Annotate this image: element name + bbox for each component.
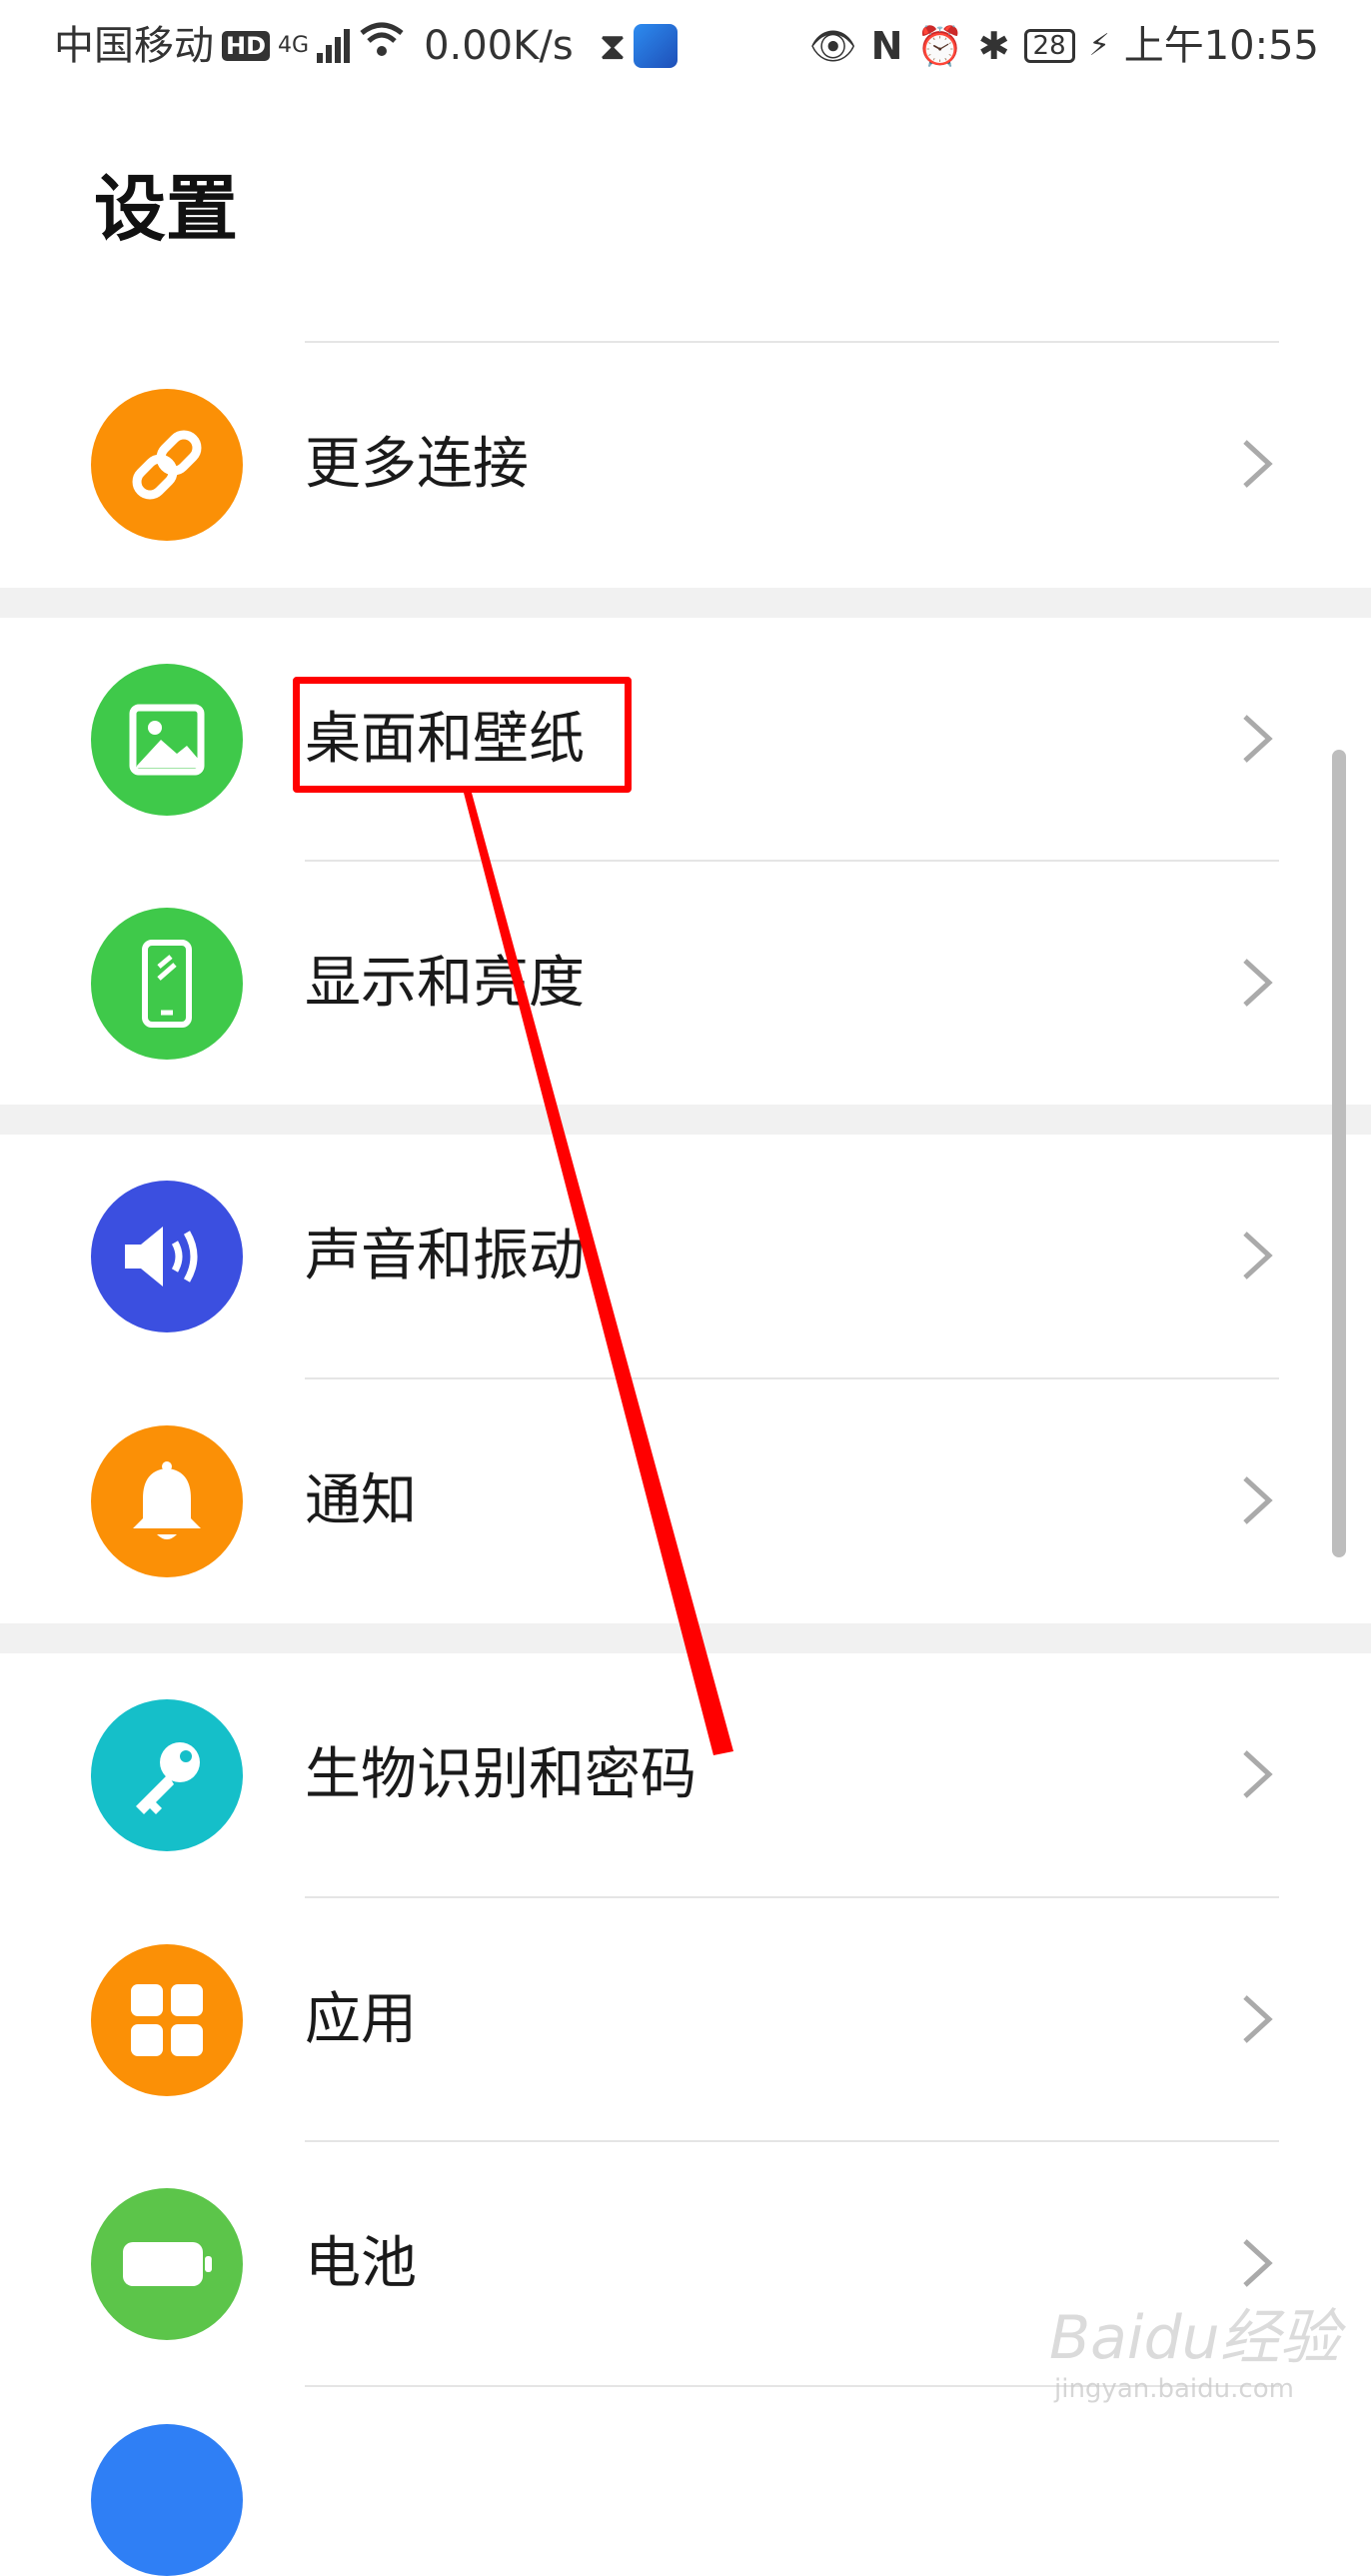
chevron-right-icon bbox=[1243, 2239, 1273, 2287]
settings-item-label: 通知 bbox=[305, 1468, 417, 1533]
settings-item-label: 电池 bbox=[305, 2231, 417, 2296]
grid-icon bbox=[91, 1944, 243, 2096]
network-type: 4G bbox=[278, 33, 310, 58]
chevron-right-icon bbox=[1243, 1232, 1273, 1280]
watermark-logo: Baidu经验 bbox=[1049, 2303, 1340, 2373]
section-gap bbox=[0, 588, 1371, 618]
settings-item-label: 显示和亮度 bbox=[305, 951, 585, 1016]
settings-item-home-wallpaper[interactable]: 桌面和壁纸 bbox=[0, 618, 1371, 861]
section-gap bbox=[0, 1105, 1371, 1135]
chevron-right-icon bbox=[1243, 1476, 1273, 1524]
key-icon bbox=[91, 1699, 243, 1851]
settings-item-label: 声音和振动 bbox=[305, 1224, 585, 1288]
settings-item-label: 应用 bbox=[305, 1987, 417, 2052]
bell-icon bbox=[91, 1425, 243, 1577]
scrollbar[interactable] bbox=[1332, 750, 1346, 1557]
link-icon bbox=[91, 389, 243, 541]
wifi-icon bbox=[358, 0, 406, 92]
nfc-icon: N bbox=[870, 24, 903, 68]
eye-icon: 👁 bbox=[808, 24, 857, 68]
speaker-icon bbox=[91, 1181, 243, 1332]
charging-icon: ⚡ bbox=[1088, 28, 1110, 63]
signal-icon bbox=[317, 29, 351, 63]
battery-icon bbox=[91, 2188, 243, 2340]
status-bar: 中国移动 HD 4G 0.00K/s ⧗ 👁 N ⏰ ✱ 28 ⚡ 上午10:5… bbox=[0, 0, 1371, 92]
chevron-right-icon bbox=[1243, 440, 1273, 488]
app-notification-icon bbox=[634, 24, 679, 68]
settings-item-notifications[interactable]: 通知 bbox=[0, 1379, 1371, 1622]
settings-item-sound-vibration[interactable]: 声音和振动 bbox=[0, 1135, 1371, 1377]
network-speed: 0.00K/s bbox=[424, 23, 574, 69]
carrier-name: 中国移动 bbox=[54, 23, 214, 69]
settings-item-label: 更多连接 bbox=[305, 432, 529, 497]
chevron-right-icon bbox=[1243, 1995, 1273, 2043]
section-gap bbox=[0, 1623, 1371, 1653]
settings-item-display-brightness[interactable]: 显示和亮度 bbox=[0, 862, 1371, 1105]
settings-item-more-connections[interactable]: 更多连接 bbox=[0, 343, 1371, 586]
bluetooth-icon: ✱ bbox=[977, 24, 1010, 68]
settings-item-apps[interactable]: 应用 bbox=[0, 1898, 1371, 2141]
next-item-icon bbox=[91, 2424, 243, 2576]
settings-item-label: 生物识别和密码 bbox=[305, 1742, 696, 1807]
watermark-url: jingyan.baidu.com bbox=[1054, 2374, 1294, 2404]
battery-icon: 28 bbox=[1023, 29, 1075, 63]
image-icon bbox=[91, 664, 243, 816]
settings-item-biometrics-password[interactable]: 生物识别和密码 bbox=[0, 1653, 1371, 1896]
hd-icon: HD bbox=[222, 31, 271, 61]
chevron-right-icon bbox=[1243, 1750, 1273, 1798]
clock: 上午10:55 bbox=[1123, 23, 1319, 69]
alarm-icon: ⏰ bbox=[916, 24, 964, 68]
chevron-right-icon bbox=[1243, 715, 1273, 763]
chevron-right-icon bbox=[1243, 959, 1273, 1007]
page-title: 设置 bbox=[94, 167, 239, 251]
annotation-highlight-box bbox=[293, 677, 632, 793]
hourglass-icon: ⧗ bbox=[599, 24, 627, 68]
phone-display-icon bbox=[91, 908, 243, 1060]
